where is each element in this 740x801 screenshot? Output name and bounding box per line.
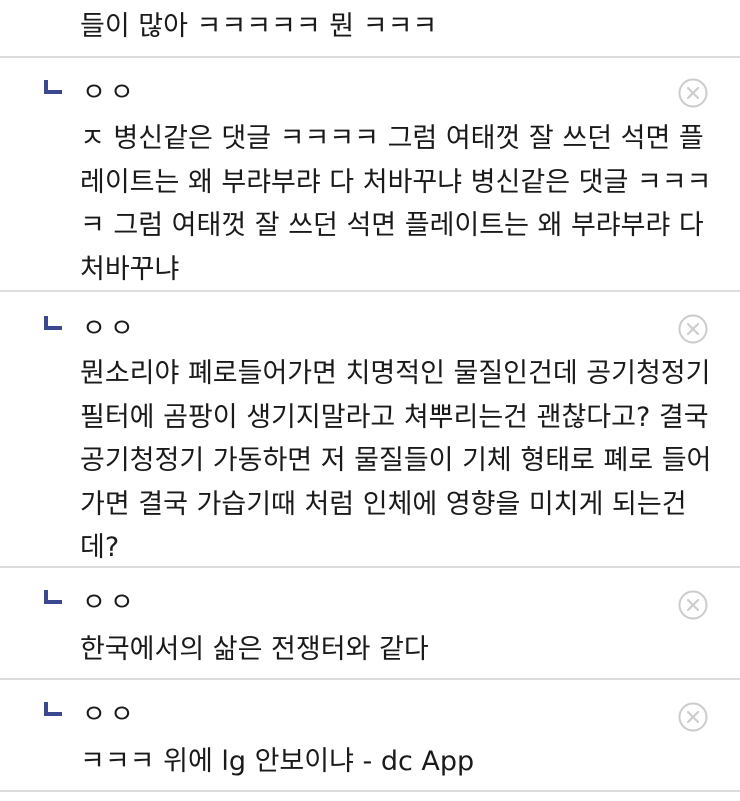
reply-author: ㅇㅇ <box>82 78 138 108</box>
reply-text: 한국에서의 삶은 전쟁터와 같다 <box>80 634 429 665</box>
reply-arrow-icon <box>44 590 62 604</box>
comment-fragment: 들이 많아 ㅋㅋㅋㅋㅋ 뭔 ㅋㅋㅋ <box>0 0 740 58</box>
delete-button[interactable] <box>678 702 708 732</box>
delete-button[interactable] <box>678 314 708 344</box>
delete-button[interactable] <box>678 590 708 620</box>
circle-x-icon <box>678 78 708 108</box>
reply-text: ㅋㅋㅋ 위에 lg 안보이냐 - dc App <box>80 746 475 777</box>
reply-author: ㅇㅇ <box>82 314 138 344</box>
reply-author: ㅇㅇ <box>82 700 138 730</box>
circle-x-icon <box>678 590 708 620</box>
reply-text: ㅈ 병신같은 댓글 ㅋㅋㅋㅋ 그럼 여태껏 잘 쓰던 석면 플레이트는 왜 부랴… <box>80 123 712 285</box>
delete-button[interactable] <box>678 78 708 108</box>
reply-arrow-icon <box>44 316 62 330</box>
reply-text: 뭔소리야 폐로들어가면 치명적인 물질인건데 공기청정기 필터에 곰팡이 생기지… <box>80 358 712 563</box>
reply-comment: ㅇㅇ ㅈ 병신같은 댓글 ㅋㅋㅋㅋ 그럼 여태껏 잘 쓰던 석면 플레이트는 왜… <box>0 58 740 292</box>
reply-comment: ㅇㅇ 한국에서의 삶은 전쟁터와 같다 <box>0 568 740 680</box>
reply-comment: ㅇㅇ ㅋㅋㅋ 위에 lg 안보이냐 - dc App <box>0 680 740 792</box>
circle-x-icon <box>678 314 708 344</box>
reply-arrow-icon <box>44 80 62 94</box>
reply-comment: ㅇㅇ 뭔소리야 폐로들어가면 치명적인 물질인건데 공기청정기 필터에 곰팡이 … <box>0 292 740 568</box>
reply-arrow-icon <box>44 702 62 716</box>
comment-text: 들이 많아 ㅋㅋㅋㅋㅋ 뭔 ㅋㅋㅋ <box>80 11 438 42</box>
circle-x-icon <box>678 702 708 732</box>
reply-author: ㅇㅇ <box>82 588 138 618</box>
